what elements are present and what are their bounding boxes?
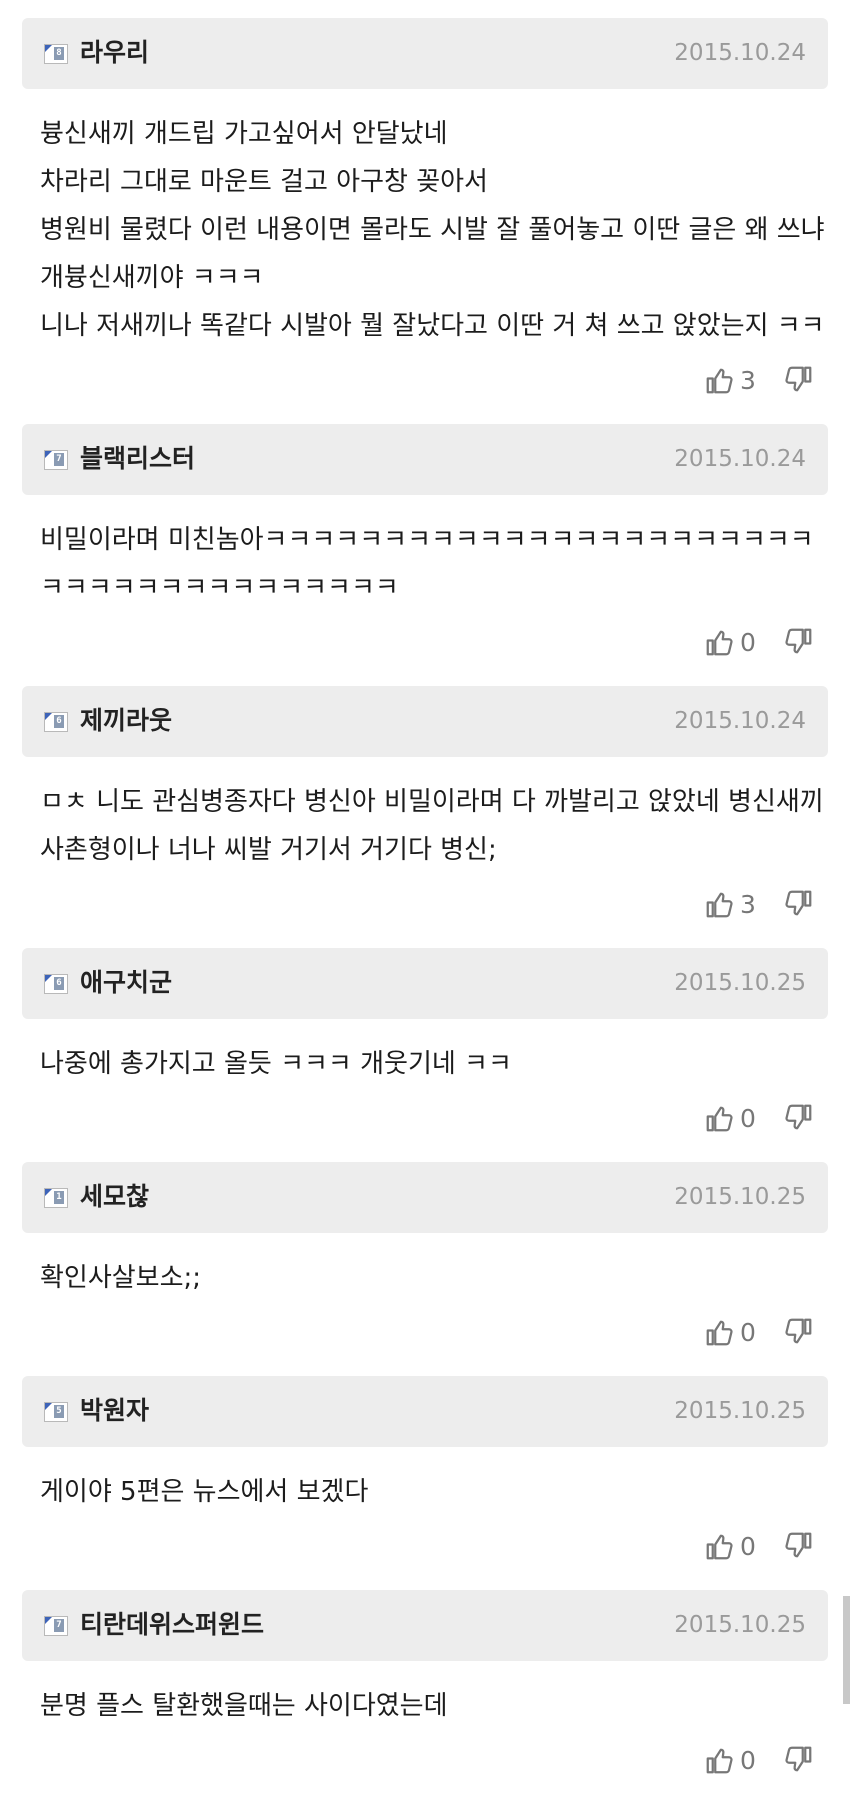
comment-text: ㅁㅊ 니도 관심병종자다 병신아 비밀이라며 다 까발리고 앉았네 병신새끼 사… [40,787,824,865]
level-badge-icon: 7 [44,450,68,470]
like-button[interactable]: 0 [704,626,760,660]
like-count: 0 [740,1104,756,1133]
comment-item: 7 블랙리스터 2015.10.24 비밀이라며 미친놈아ㅋㅋㅋㅋㅋㅋㅋㅋㅋㅋㅋ… [0,424,850,686]
level-badge-icon: 1 [44,1188,68,1208]
like-button[interactable]: 0 [704,1530,760,1564]
thumbs-down-icon [785,1532,812,1558]
thumbs-up-icon [706,1534,733,1560]
comment-header: 8 라우리 2015.10.24 [22,18,828,89]
thumbs-up-icon [706,1106,733,1132]
vote-row: 3 [0,350,850,424]
comment-header: 5 박원자 2015.10.25 [22,1376,828,1447]
dislike-button[interactable] [784,1530,814,1564]
username[interactable]: 세모찮 [80,1180,149,1214]
like-button[interactable]: 0 [704,1316,760,1350]
username[interactable]: 박원자 [80,1394,149,1428]
comment-item: 7 티란데위스퍼윈드 2015.10.25 분명 플스 탈환했을때는 사이다였는… [0,1590,850,1804]
dislike-button[interactable] [784,1102,814,1136]
comment-item: 6 애구치군 2015.10.25 나중에 총가지고 올듯 ㅋㅋㅋ 개웃기네 ㅋ… [0,948,850,1162]
username[interactable]: 라우리 [80,36,149,70]
comment-list: 8 라우리 2015.10.24 븅신새끼 개드립 가고싶어서 안달났네 차라리… [0,18,850,1804]
like-count: 0 [740,1318,756,1347]
comment-header: 1 세모찮 2015.10.25 [22,1162,828,1233]
thumbs-up-icon [706,630,733,656]
thumbs-up-icon [706,1320,733,1346]
comment-text: 게이야 5편은 뉴스에서 보겠다 [40,1477,369,1507]
dislike-button[interactable] [784,626,814,660]
username[interactable]: 티란데위스퍼윈드 [80,1608,264,1642]
username[interactable]: 블랙리스터 [80,442,195,476]
like-button[interactable]: 3 [704,364,760,398]
vote-row: 0 [0,1730,850,1804]
comment-text: 확인사살보소;; [40,1263,202,1293]
vote-row: 0 [0,1088,850,1162]
comment-item: 6 제끼라웃 2015.10.24 ㅁㅊ 니도 관심병종자다 병신아 비밀이라며… [0,686,850,948]
like-button[interactable]: 0 [704,1102,760,1136]
level-badge-icon: 8 [44,44,68,64]
vote-row: 3 [0,874,850,948]
like-count: 3 [740,890,756,919]
like-button[interactable]: 0 [704,1744,760,1778]
comment-item: 8 라우리 2015.10.24 븅신새끼 개드립 가고싶어서 안달났네 차라리… [0,18,850,424]
comment-date: 2015.10.24 [674,446,806,472]
thumbs-up-icon [706,892,733,918]
level-badge-icon: 7 [44,1616,68,1636]
comment-text: 비밀이라며 미친놈아ㅋㅋㅋㅋㅋㅋㅋㅋㅋㅋㅋㅋㅋㅋㅋㅋㅋㅋㅋㅋㅋㅋㅋㅋㅋㅋㅋㅋㅋㅋ… [40,525,814,603]
username[interactable]: 제끼라웃 [80,704,172,738]
comment-header: 6 애구치군 2015.10.25 [22,948,828,1019]
comment-text: 븅신새끼 개드립 가고싶어서 안달났네 차라리 그대로 마운트 걸고 아구창 꽂… [40,119,825,341]
like-count: 0 [740,1532,756,1561]
thumbs-down-icon [785,1104,812,1130]
comment-date: 2015.10.25 [674,1612,806,1638]
thumbs-down-icon [785,628,812,654]
dislike-button[interactable] [784,888,814,922]
like-count: 0 [740,1746,756,1775]
scrollbar[interactable] [843,1596,850,1704]
like-count: 3 [740,366,756,395]
dislike-button[interactable] [784,1744,814,1778]
thumbs-down-icon [785,1746,812,1772]
comment-header: 7 티란데위스퍼윈드 2015.10.25 [22,1590,828,1661]
comment-text: 나중에 총가지고 올듯 ㅋㅋㅋ 개웃기네 ㅋㅋ [40,1049,512,1079]
comment-date: 2015.10.24 [674,40,806,66]
dislike-button[interactable] [784,364,814,398]
like-count: 0 [740,628,756,657]
comment-date: 2015.10.24 [674,708,806,734]
thumbs-up-icon [706,1748,733,1774]
like-button[interactable]: 3 [704,888,760,922]
level-badge-icon: 6 [44,712,68,732]
comment-text: 분명 플스 탈환했을때는 사이다였는데 [40,1691,448,1721]
comment-header: 6 제끼라웃 2015.10.24 [22,686,828,757]
thumbs-down-icon [785,890,812,916]
vote-row: 0 [0,612,850,686]
comment-item: 5 박원자 2015.10.25 게이야 5편은 뉴스에서 보겠다 0 [0,1376,850,1590]
comment-date: 2015.10.25 [674,970,806,996]
thumbs-down-icon [785,366,812,392]
comment-header: 7 블랙리스터 2015.10.24 [22,424,828,495]
comment-date: 2015.10.25 [674,1398,806,1424]
vote-row: 0 [0,1516,850,1590]
comment-item: 1 세모찮 2015.10.25 확인사살보소;; 0 [0,1162,850,1376]
username[interactable]: 애구치군 [80,966,172,1000]
dislike-button[interactable] [784,1316,814,1350]
comment-date: 2015.10.25 [674,1184,806,1210]
level-badge-icon: 5 [44,1402,68,1422]
level-badge-icon: 6 [44,974,68,994]
thumbs-down-icon [785,1318,812,1344]
vote-row: 0 [0,1302,850,1376]
thumbs-up-icon [706,368,733,394]
